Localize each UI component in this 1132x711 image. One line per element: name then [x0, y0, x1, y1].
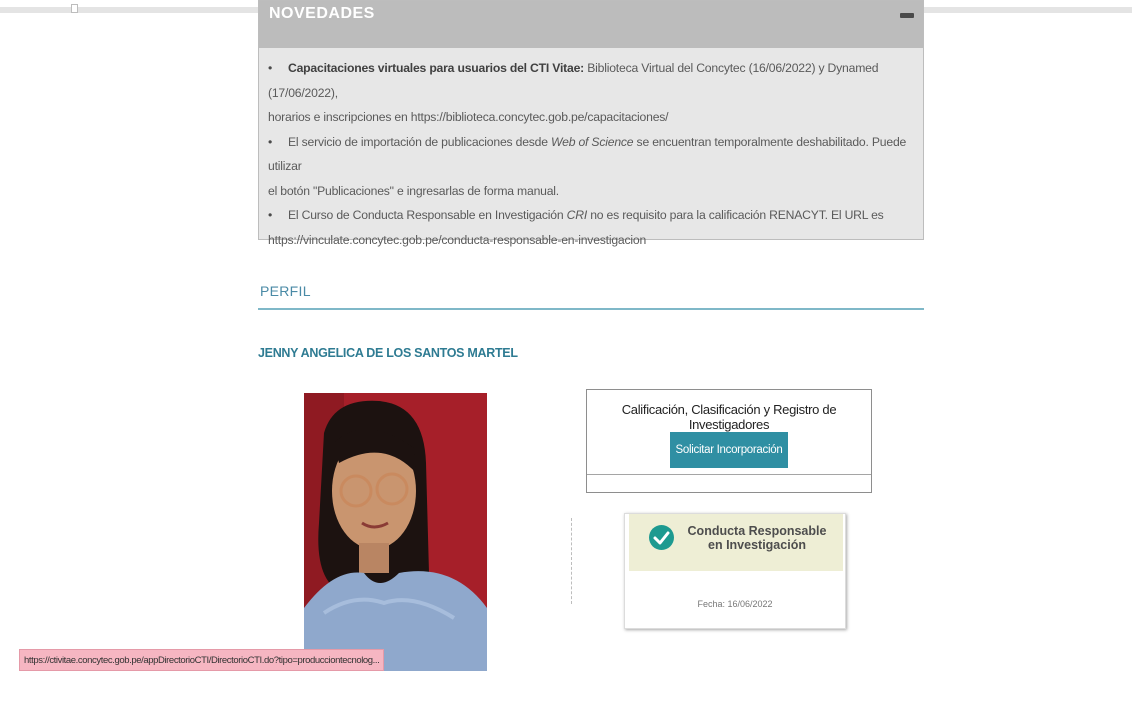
news-item-text: no es requisito para la calificación REN… — [587, 208, 884, 222]
profile-photo-image — [304, 393, 487, 671]
news-item: • Capacitaciones virtuales para usuarios … — [268, 56, 916, 105]
cri-date: Fecha: 16/06/2022 — [697, 599, 773, 609]
check-circle-icon — [649, 525, 674, 550]
news-item-italic: CRI — [566, 208, 588, 222]
bullet-icon: • — [268, 61, 273, 75]
cri-label: Conducta Responsable en Investigación — [677, 524, 837, 552]
news-item-text: El servicio de importación de publicacio… — [288, 134, 552, 149]
news-item-bold: Capacitaciones virtuales para usuarios d… — [288, 61, 585, 75]
news-panel: NOVEDADES • Capacitaciones virtuales para… — [258, 0, 924, 247]
solicitar-incorporacion-button[interactable]: Solicitar Incorporación — [670, 432, 788, 468]
news-item: • El servicio de importación de publicaci… — [268, 130, 916, 179]
cri-banner: Conducta Responsable en Investigación — [629, 514, 843, 571]
minimize-icon[interactable] — [900, 13, 914, 18]
calificacion-panel: Calificación, Clasificación y Registro d… — [586, 389, 872, 493]
news-item-continuation: horarios e inscripciones en https://bibl… — [268, 110, 669, 124]
section-divider — [258, 308, 924, 310]
cri-label-line1: Conducta Responsable — [687, 524, 827, 538]
news-title: NOVEDADES — [269, 5, 375, 22]
news-header: NOVEDADES — [259, 1, 923, 48]
bullet-icon: • — [268, 208, 273, 222]
news-item-continuation: https://vinculate.concytec.gob.pe/conduc… — [268, 232, 647, 247]
cri-label-line2: en Investigación — [708, 538, 806, 552]
calificacion-divider — [587, 474, 871, 475]
cri-certificate-badge: Conducta Responsable en Investigación Fe… — [624, 513, 846, 629]
profile-photo — [304, 393, 487, 671]
calificacion-title: Calificación, Clasificación y Registro d… — [621, 402, 837, 432]
window-corner-icon — [71, 4, 78, 13]
bullet-icon: • — [268, 134, 273, 149]
news-item-continuation: el botón "Publicaciones" e ingresarlas d… — [268, 183, 559, 198]
news-item-italic: Web of Science — [551, 134, 634, 149]
news-item: • El Curso de Conducta Responsable en Inv… — [268, 203, 916, 228]
dashed-separator — [571, 518, 572, 604]
profile-name: JENNY ANGELICA DE LOS SANTOS MARTEL — [258, 346, 518, 360]
status-bar-url: https://ctivitae.concytec.gob.pe/appDire… — [19, 649, 385, 671]
news-item-text: El Curso de Conducta Responsable en Inve… — [288, 208, 567, 222]
news-list: • Capacitaciones virtuales para usuarios … — [268, 56, 916, 252]
section-title-perfil: PERFIL — [260, 283, 311, 299]
